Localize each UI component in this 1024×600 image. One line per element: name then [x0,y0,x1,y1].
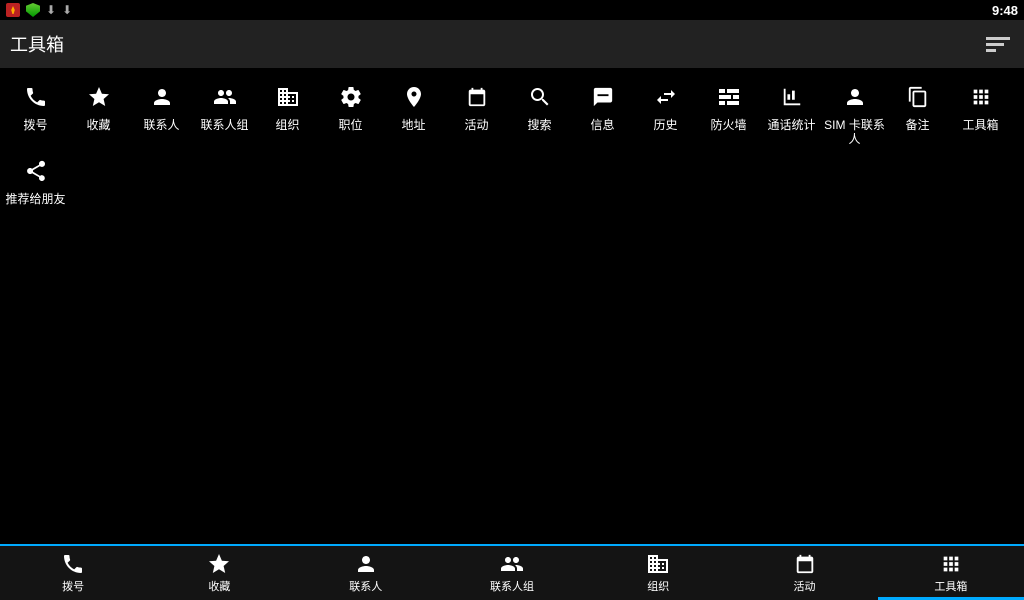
callstats-icon [760,80,823,114]
activity-icon [445,80,508,114]
status-left: ⬇ ⬇ [6,3,72,17]
tile-position[interactable]: 职位 [319,80,382,146]
tile-address[interactable]: 地址 [382,80,445,146]
position-icon [319,80,382,114]
tile-history[interactable]: 历史 [634,80,697,146]
info-icon [571,80,634,114]
nav-contacts[interactable]: 联系人 [293,546,439,600]
tile-firewall[interactable]: 防火墙 [697,80,760,146]
tile-label: 拨号 [4,118,67,132]
address-icon [382,80,445,114]
groups-icon [499,552,525,576]
nav-label: 联系人 [349,578,382,594]
nav-label: 活动 [794,578,816,594]
activity-icon [794,552,816,576]
notes-icon [886,80,949,114]
tile-label: 历史 [634,118,697,132]
dial-icon [61,552,85,576]
nav-label: 联系人组 [490,578,534,594]
tile-groups[interactable]: 联系人组 [193,80,256,146]
contacts-icon [354,552,378,576]
tile-notes[interactable]: 备注 [886,80,949,146]
tile-label: 地址 [382,118,445,132]
download-icon: ⬇ [46,3,56,17]
nav-label: 工具箱 [934,578,967,594]
tile-label: 防火墙 [697,118,760,132]
title-bar: 工具箱 [0,20,1024,68]
tile-dial[interactable]: 拨号 [4,80,67,146]
bottom-nav: 拨号 收藏 联系人 联系人组 组织 活动 工具箱 [0,544,1024,600]
groups-icon [193,80,256,114]
search-icon [508,80,571,114]
tile-label: 收藏 [67,118,130,132]
tile-label: 工具箱 [949,118,1012,132]
tile-label: 活动 [445,118,508,132]
toolbox-icon [949,80,1012,114]
history-icon [634,80,697,114]
tile-org[interactable]: 组织 [256,80,319,146]
tile-sim[interactable]: SIM 卡联系人 [823,80,886,146]
nav-label: 拨号 [62,578,84,594]
shield-icon [26,3,40,17]
nav-org[interactable]: 组织 [585,546,731,600]
page-title: 工具箱 [10,31,64,57]
nav-label: 收藏 [208,578,230,594]
org-icon [646,552,670,576]
status-bar: ⬇ ⬇ 9:48 [0,0,1024,20]
sort-icon[interactable] [986,30,1014,58]
firewall-icon [697,80,760,114]
nav-activity[interactable]: 活动 [731,546,877,600]
app-badge-icon [6,3,20,17]
download-icon: ⬇ [62,3,72,17]
tile-callstats[interactable]: 通话统计 [760,80,823,146]
share-icon [4,154,67,188]
nav-dial[interactable]: 拨号 [0,546,146,600]
tile-activity[interactable]: 活动 [445,80,508,146]
tile-search[interactable]: 搜索 [508,80,571,146]
tile-label: 推荐给朋友 [4,192,67,206]
tile-label: 组织 [256,118,319,132]
nav-favorites[interactable]: 收藏 [146,546,292,600]
tile-label: SIM 卡联系人 [823,118,886,146]
dial-icon [4,80,67,114]
nav-toolbox[interactable]: 工具箱 [878,546,1024,600]
tile-label: 备注 [886,118,949,132]
toolbox-icon [940,552,962,576]
tile-info[interactable]: 信息 [571,80,634,146]
favorites-icon [207,552,231,576]
tile-label: 职位 [319,118,382,132]
nav-groups[interactable]: 联系人组 [439,546,585,600]
tile-favorites[interactable]: 收藏 [67,80,130,146]
tool-grid: 拨号收藏联系人联系人组组织职位地址活动搜索信息历史防火墙通话统计SIM 卡联系人… [0,68,1024,218]
org-icon [256,80,319,114]
contacts-icon [130,80,193,114]
tile-share[interactable]: 推荐给朋友 [4,154,67,206]
sim-icon [823,80,886,114]
tile-label: 搜索 [508,118,571,132]
tile-label: 联系人 [130,118,193,132]
tile-contacts[interactable]: 联系人 [130,80,193,146]
tile-toolbox[interactable]: 工具箱 [949,80,1012,146]
favorites-icon [67,80,130,114]
tile-label: 信息 [571,118,634,132]
nav-label: 组织 [647,578,669,594]
clock: 9:48 [992,3,1018,18]
tile-label: 通话统计 [760,118,823,132]
tile-label: 联系人组 [193,118,256,132]
